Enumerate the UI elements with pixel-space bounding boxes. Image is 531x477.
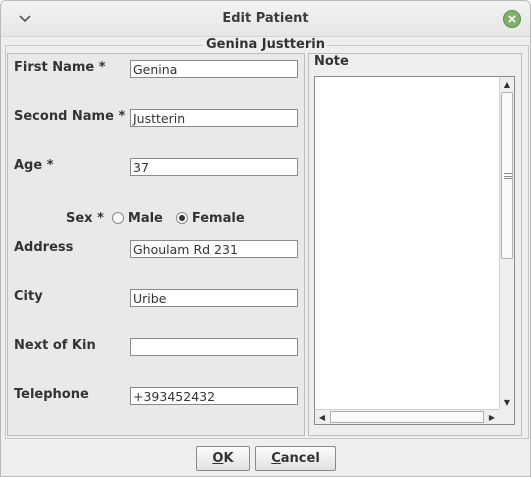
close-icon	[508, 12, 516, 27]
scroll-left-arrow-icon[interactable]: ◀	[315, 410, 329, 424]
age-field[interactable]: 37	[130, 158, 298, 176]
cancel-label-rest: ancel	[280, 451, 320, 466]
edit-patient-dialog: Edit Patient Genina Justterin First Name…	[0, 0, 531, 477]
grip-icon	[504, 173, 512, 179]
ok-mnemonic: O	[212, 451, 224, 466]
telephone-field[interactable]: +393452432	[130, 387, 298, 405]
sex-female-label[interactable]: Female	[192, 211, 245, 226]
radio-selected-dot	[178, 215, 185, 221]
second-name-label: Second Name *	[14, 109, 126, 124]
window-title: Edit Patient	[222, 11, 309, 26]
note-textarea[interactable]: ▲ ▼ ◀ ▶	[314, 76, 515, 425]
sex-row: Sex * Male Female	[66, 209, 245, 227]
sex-female-radio[interactable]	[175, 212, 188, 224]
age-label: Age *	[14, 158, 54, 173]
note-vertical-scrollbar[interactable]: ▲ ▼	[499, 77, 514, 409]
next-of-kin-label: Next of Kin	[14, 338, 96, 353]
title-bar: Edit Patient	[1, 1, 530, 37]
address-label: Address	[14, 240, 74, 255]
city-label: City	[14, 289, 43, 304]
scroll-right-arrow-icon[interactable]: ▶	[485, 410, 499, 424]
scroll-down-arrow-icon[interactable]: ▼	[500, 395, 514, 409]
note-label: Note	[313, 54, 350, 69]
first-name-field[interactable]: Genina	[130, 60, 298, 78]
close-button[interactable]	[503, 10, 521, 28]
vertical-scroll-thumb[interactable]	[501, 92, 513, 259]
first-name-label: First Name *	[14, 60, 106, 75]
second-name-field[interactable]: Justterin	[130, 109, 298, 127]
ok-label-rest: K	[223, 451, 234, 466]
sex-male-label[interactable]: Male	[128, 211, 163, 226]
telephone-label: Telephone	[14, 387, 89, 402]
horizontal-scroll-thumb[interactable]	[330, 411, 484, 423]
next-of-kin-field[interactable]	[130, 338, 298, 356]
sex-label: Sex *	[66, 210, 104, 226]
note-horizontal-scrollbar[interactable]: ◀ ▶	[315, 409, 499, 424]
cancel-button[interactable]: Cancel	[255, 446, 336, 471]
city-field[interactable]: Uribe	[130, 289, 298, 307]
sex-male-radio[interactable]	[111, 212, 124, 224]
ok-button[interactable]: OK	[196, 446, 250, 471]
cancel-mnemonic: C	[271, 451, 281, 466]
patient-group-title: Genina Justterin	[206, 37, 325, 52]
address-field[interactable]: Ghoulam Rd 231	[130, 240, 298, 258]
scroll-up-arrow-icon[interactable]: ▲	[500, 77, 514, 91]
scroll-corner	[499, 409, 514, 424]
